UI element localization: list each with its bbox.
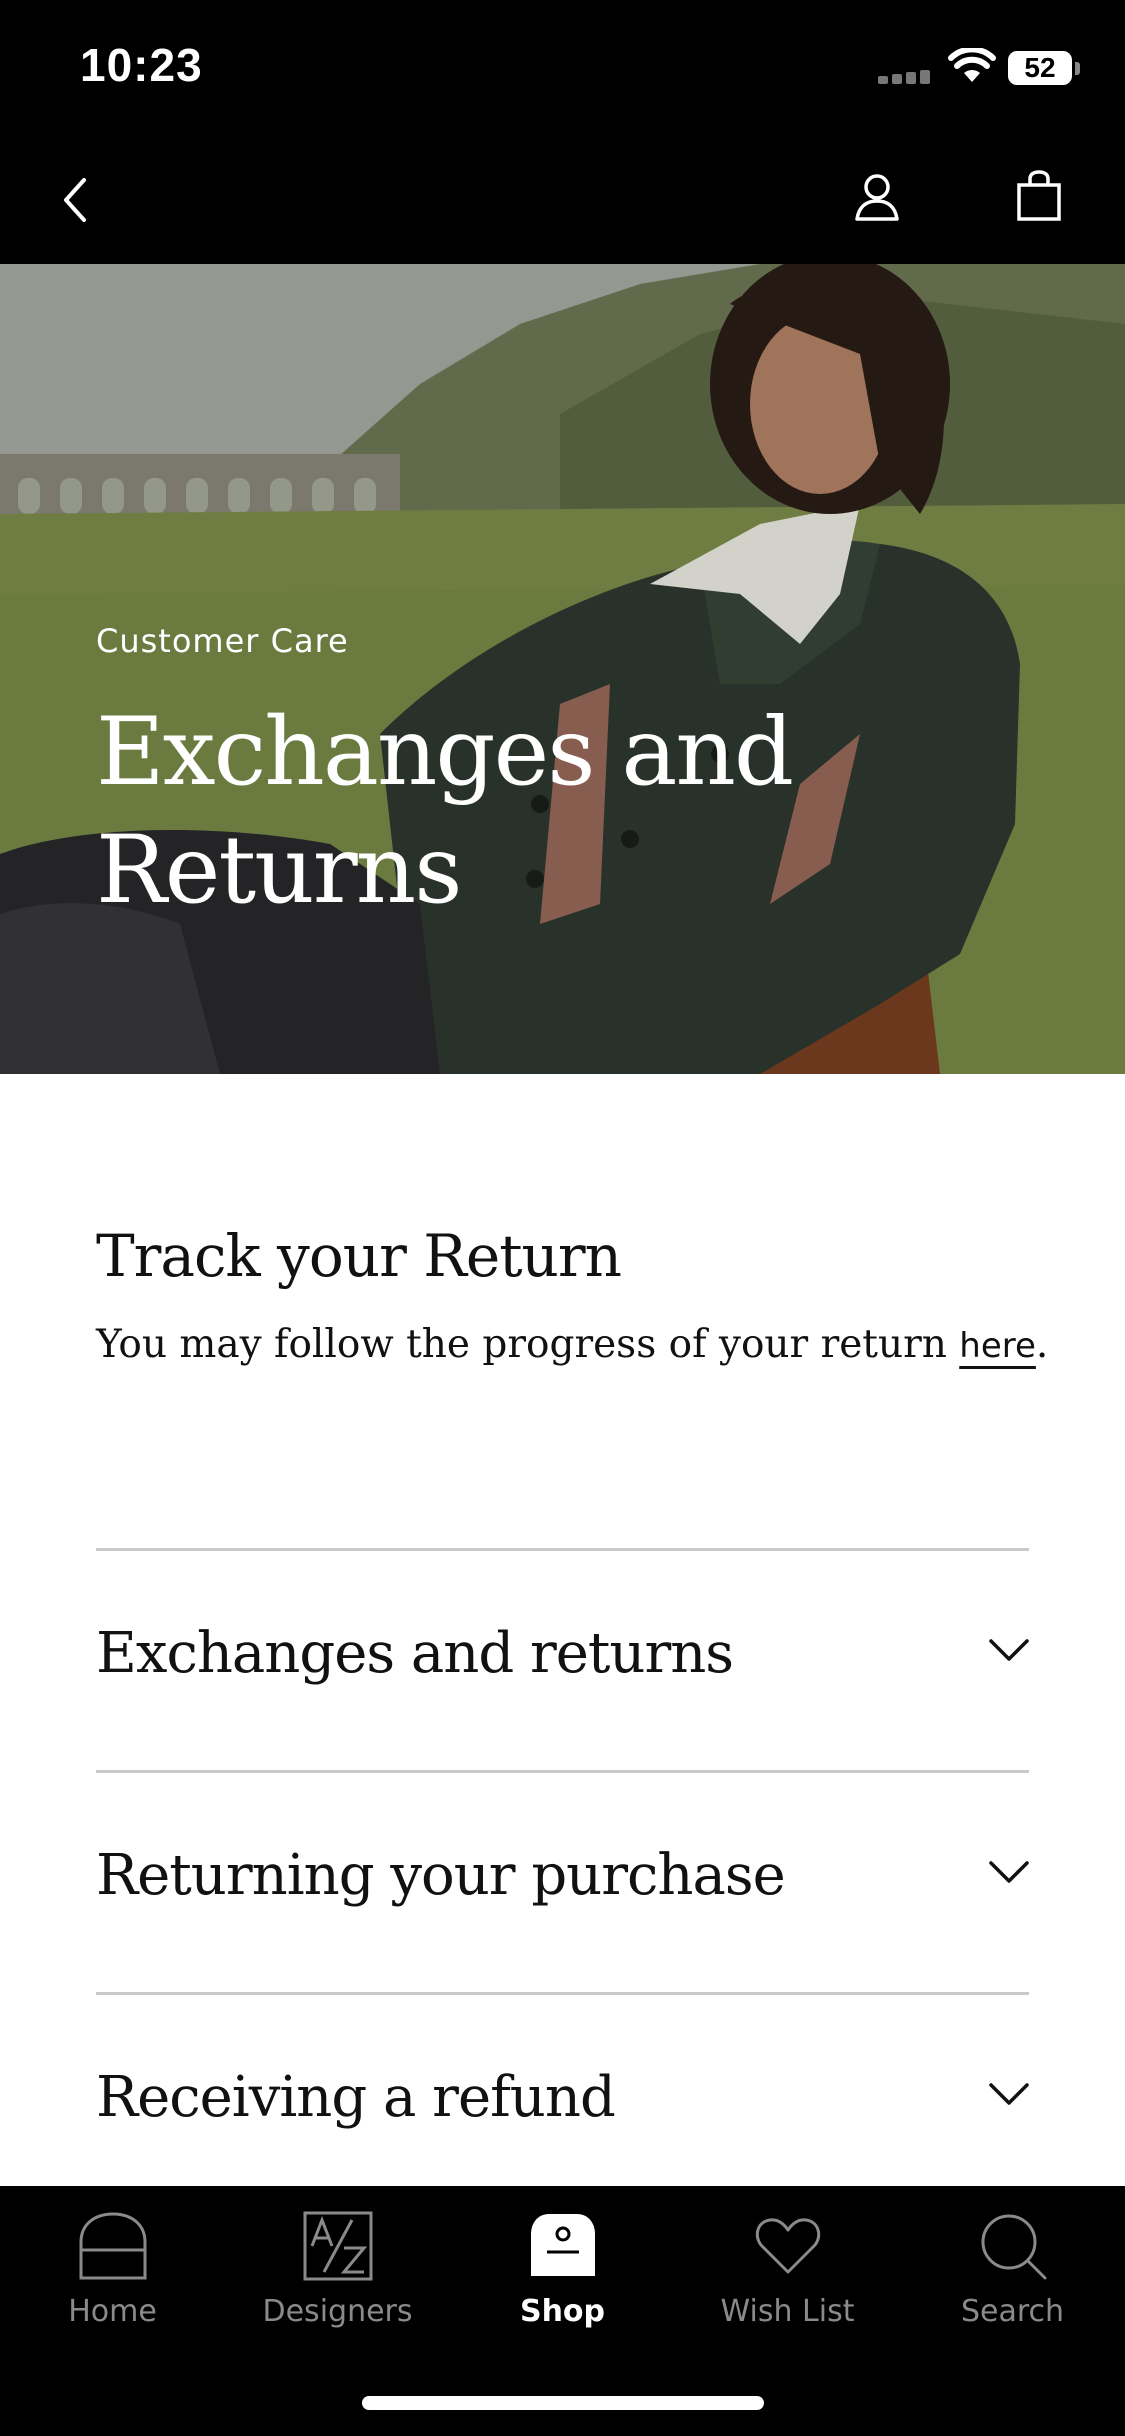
accordion-exchanges-and-returns[interactable]: Exchanges and returns (96, 1548, 1029, 1771)
person-icon[interactable] (854, 172, 900, 222)
tab-label: Home (68, 2294, 157, 2329)
tab-designers[interactable]: Designers (225, 2186, 450, 2346)
wifi-icon (948, 48, 996, 82)
chevron-down-icon (989, 2083, 1029, 2105)
heart-icon (755, 2218, 821, 2274)
home-icon (79, 2212, 147, 2280)
shop-bag-icon (531, 2214, 595, 2276)
content-area: Track your Return You may follow the pro… (0, 1074, 1125, 2186)
track-return-period: . (1035, 1322, 1049, 1367)
chevron-left-icon[interactable] (60, 176, 90, 224)
accordion-receiving-a-refund[interactable]: Receiving a refund (96, 1992, 1029, 2215)
tab-label: Search (960, 2294, 1065, 2329)
hero-eyebrow: Customer Care (96, 622, 349, 660)
cellular-signal-icon (878, 70, 934, 84)
accordion-label: Returning your purchase (96, 1843, 786, 1908)
top-nav (0, 132, 1125, 264)
chevron-down-icon (989, 1861, 1029, 1883)
tab-home[interactable]: Home (0, 2186, 225, 2346)
hero-banner: Customer Care Exchanges and Returns (0, 264, 1125, 1074)
tab-shop[interactable]: Shop (450, 2186, 675, 2346)
accordion-label: Exchanges and returns (96, 1621, 734, 1686)
page-title: Exchanges and Returns (96, 698, 794, 925)
home-indicator[interactable] (362, 2396, 764, 2410)
tab-search[interactable]: Search (900, 2186, 1125, 2346)
accordion-label: Receiving a refund (96, 2065, 616, 2130)
status-bar: 10:23 52 (0, 0, 1125, 132)
tab-label: Shop (519, 2294, 606, 2329)
track-return-link[interactable]: here (959, 1326, 1036, 1366)
track-return-text: You may follow the progress of your retu… (96, 1322, 1048, 1367)
chevron-down-icon (989, 1639, 1029, 1661)
designers-az-icon (303, 2211, 373, 2281)
accordion-returning-your-purchase[interactable]: Returning your purchase (96, 1770, 1029, 1993)
search-icon (981, 2214, 1047, 2280)
tab-label: Wish List (720, 2294, 855, 2329)
tab-label: Designers (262, 2294, 413, 2329)
track-return-title: Track your Return (96, 1222, 622, 1290)
shopping-bag-icon[interactable] (1016, 170, 1062, 222)
battery-nub (1075, 62, 1080, 75)
tab-wish-list[interactable]: Wish List (675, 2186, 900, 2346)
track-return-sentence: You may follow the progress of your retu… (96, 1322, 960, 1367)
status-time: 10:23 (80, 39, 203, 91)
battery-indicator: 52 (1008, 51, 1072, 85)
hero-image (0, 264, 1125, 1074)
